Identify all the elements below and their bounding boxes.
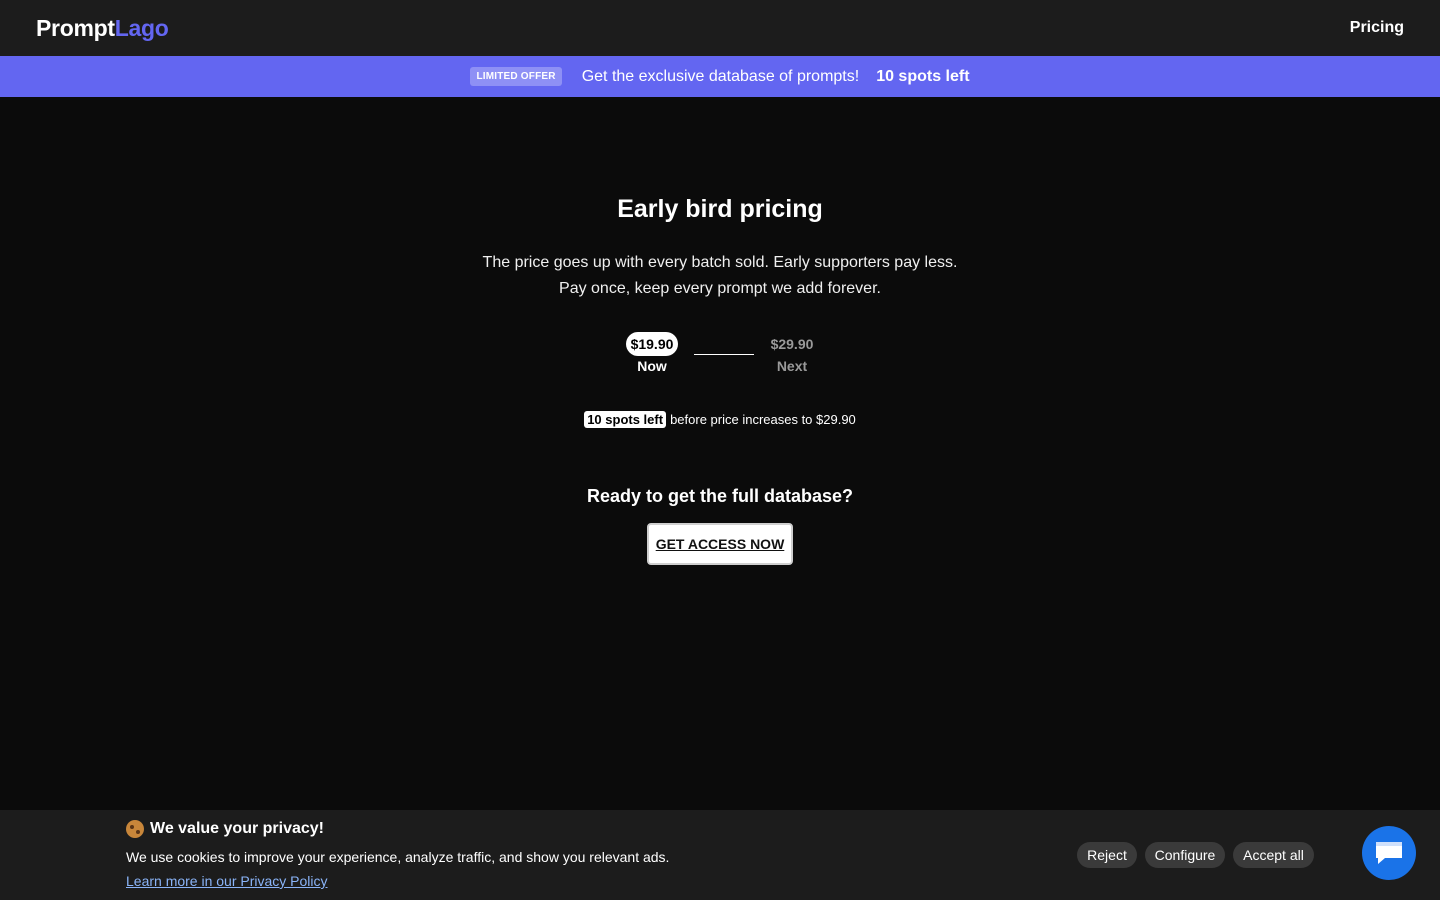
logo[interactable]: PromptLago	[36, 14, 169, 42]
limited-offer-bar: LIMITED OFFER Get the exclusive database…	[0, 56, 1440, 97]
cookie-icon	[126, 820, 144, 838]
offer-spots-left: 10 spots left	[876, 67, 970, 85]
cookie-description: We use cookies to improve your experienc…	[126, 849, 670, 865]
logo-text-prompt: Prompt	[36, 14, 115, 41]
price-increase-text: before price increases to $29.90	[670, 412, 856, 427]
limited-offer-badge: LIMITED OFFER	[470, 67, 562, 86]
logo-text-lago: Lago	[114, 14, 169, 41]
accept-all-cookies-button[interactable]: Accept all	[1233, 842, 1314, 868]
pricing-section: Early bird pricing The price goes up wit…	[0, 97, 1440, 810]
top-navigation: PromptLago Pricing	[0, 0, 1440, 56]
current-price-label: Now	[637, 358, 667, 374]
subtitle-line-1: The price goes up with every batch sold.…	[482, 254, 958, 271]
cookie-consent-banner: We value your privacy! We use cookies to…	[0, 810, 1440, 900]
spots-remaining-notice: 10 spots left before price increases to …	[0, 411, 1440, 428]
spots-left-pill: 10 spots left	[584, 411, 667, 428]
configure-cookies-button[interactable]: Configure	[1145, 842, 1225, 868]
cookie-banner-title: We value your privacy!	[126, 820, 324, 838]
nav-pricing-link[interactable]: Pricing	[1350, 19, 1404, 37]
chat-widget-button[interactable]	[1362, 826, 1416, 880]
next-price: $29.90	[770, 336, 814, 352]
privacy-policy-link[interactable]: Learn more in our Privacy Policy	[126, 873, 328, 889]
offer-text: Get the exclusive database of prompts!	[581, 67, 860, 85]
get-access-now-button[interactable]: GET ACCESS NOW	[647, 523, 793, 565]
page-title: Early bird pricing	[617, 195, 823, 223]
price-tier-track: $19.90 Now $29.90 Next	[620, 330, 820, 380]
cookie-title-text: We value your privacy!	[150, 820, 324, 837]
cta-heading: Ready to get the full database?	[586, 486, 854, 506]
next-price-label: Next	[776, 358, 808, 374]
chat-icon	[1376, 842, 1402, 864]
current-price-badge: $19.90	[626, 332, 678, 356]
subtitle-line-2: Pay once, keep every prompt we add forev…	[559, 280, 881, 297]
reject-cookies-button[interactable]: Reject	[1077, 842, 1137, 868]
price-track-line	[694, 354, 754, 355]
